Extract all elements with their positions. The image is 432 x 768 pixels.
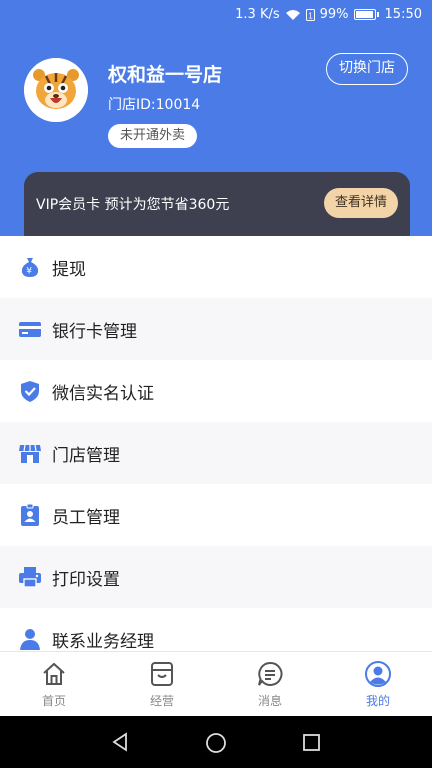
menu-list: ¥ 提现 银行卡管理 微信实名认证 门店管理 员工管理 打印设置 联系业务经理 [0, 236, 432, 651]
shield-check-icon [18, 379, 42, 403]
menu-item-wechat-verify[interactable]: 微信实名认证 [0, 360, 432, 422]
profile-icon [365, 661, 391, 687]
avatar[interactable] [24, 58, 88, 122]
store-name: 权和益一号店 [108, 64, 223, 86]
menu-item-print-settings[interactable]: 打印设置 [0, 546, 432, 608]
profile-header: 1.3 K/s 1 99% 15:50 权和益一号店 门店ID:10014 未开… [0, 0, 432, 236]
badge-icon [18, 503, 42, 527]
menu-item-contact-manager[interactable]: 联系业务经理 [0, 608, 432, 651]
bank-card-icon [18, 317, 42, 341]
tab-label: 我的 [365, 694, 390, 708]
status-bar: 1.3 K/s 1 99% 15:50 [0, 0, 432, 30]
battery-icon [353, 9, 379, 20]
money-bag-icon: ¥ [18, 255, 42, 279]
menu-item-label: 提现 [52, 259, 86, 280]
printer-icon [18, 565, 42, 589]
tab-business[interactable]: 经营 [108, 652, 216, 716]
menu-item-label: 员工管理 [52, 507, 120, 528]
home-circle-icon[interactable] [205, 732, 227, 754]
business-icon [151, 662, 173, 686]
svg-text:1: 1 [308, 11, 313, 20]
sim-icon: 1 [305, 8, 315, 21]
menu-item-label: 联系业务经理 [52, 631, 154, 652]
menu-item-label: 银行卡管理 [52, 321, 137, 342]
menu-item-withdraw[interactable]: ¥ 提现 [0, 236, 432, 298]
recent-apps-icon[interactable] [302, 733, 321, 752]
menu-item-label: 打印设置 [52, 569, 120, 590]
delivery-status-badge: 未开通外卖 [108, 124, 198, 148]
person-icon [18, 627, 42, 651]
store-id: 门店ID:10014 [108, 97, 201, 113]
back-icon[interactable] [110, 732, 130, 752]
switch-store-button[interactable]: 切换门店 [326, 53, 408, 85]
tab-label: 经营 [149, 694, 174, 708]
tab-label: 消息 [257, 694, 282, 708]
network-speed: 1.3 K/s [235, 7, 280, 22]
store-icon [18, 441, 42, 465]
vip-card[interactable]: VIP会员卡 预计为您节省360元 查看详情 [24, 172, 410, 236]
menu-item-label: 门店管理 [52, 445, 120, 466]
tab-home[interactable]: 首页 [0, 652, 108, 716]
svg-text:¥: ¥ [26, 267, 32, 277]
wifi-icon [285, 9, 300, 20]
vip-detail-button[interactable]: 查看详情 [323, 188, 398, 218]
menu-item-store-manage[interactable]: 门店管理 [0, 422, 432, 484]
battery-percent: 99% [319, 7, 349, 22]
vip-text: VIP会员卡 预计为您节省360元 [36, 197, 230, 213]
system-navigation-bar [0, 716, 432, 768]
tiger-avatar-icon [24, 58, 88, 122]
message-icon [258, 661, 283, 686]
menu-item-bank-card[interactable]: 银行卡管理 [0, 298, 432, 360]
bottom-tab-bar: 首页 经营 消息 我的 [0, 651, 432, 716]
menu-item-staff-manage[interactable]: 员工管理 [0, 484, 432, 546]
tab-label: 首页 [41, 694, 66, 708]
home-icon [43, 662, 65, 685]
tab-profile[interactable]: 我的 [324, 652, 432, 716]
menu-item-label: 微信实名认证 [52, 383, 154, 404]
tab-messages[interactable]: 消息 [216, 652, 324, 716]
clock: 15:50 [384, 7, 422, 22]
